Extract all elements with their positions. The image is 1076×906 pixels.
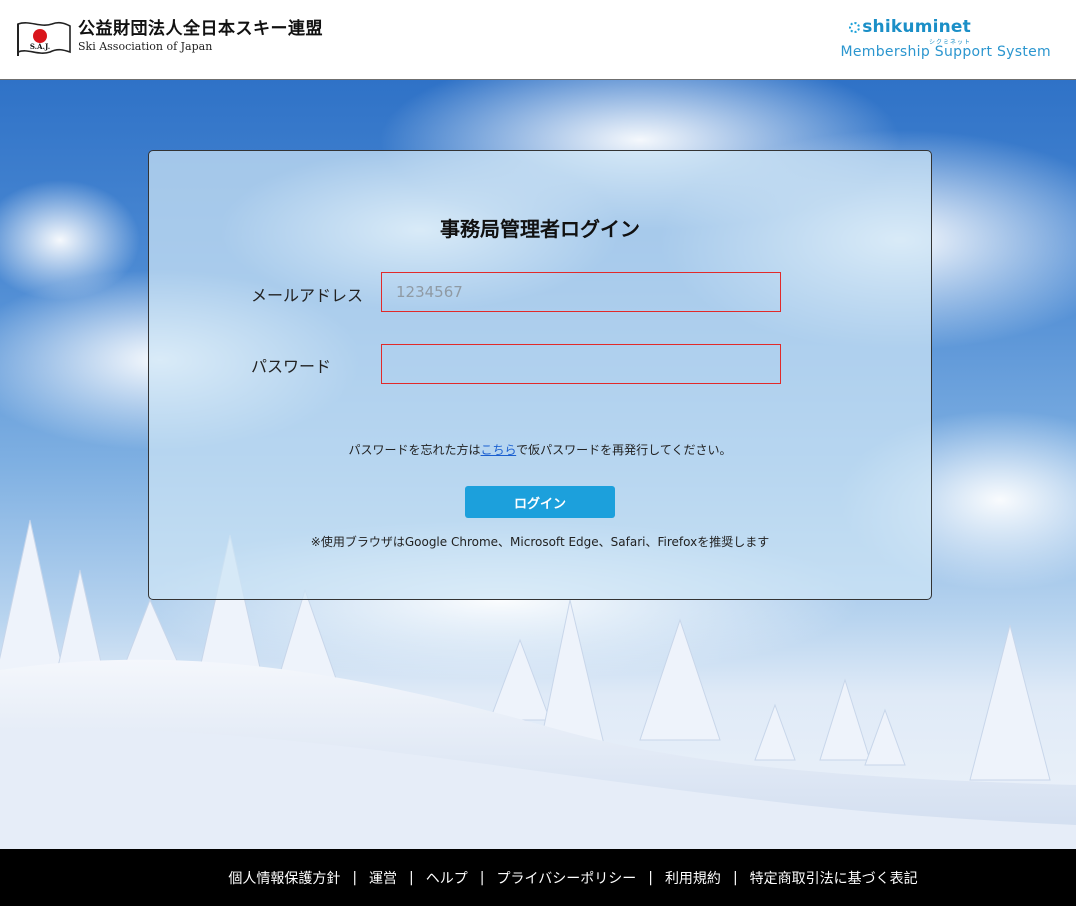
footer-separator: | — [479, 869, 485, 886]
footer-separator: | — [352, 869, 358, 886]
flag-text: S.A.J. — [30, 42, 50, 51]
footer-link-terms[interactable]: 利用規約 — [665, 868, 721, 888]
login-title: 事務局管理者ログイン — [440, 217, 640, 241]
footer-link-privacy-policy-jp[interactable]: 個人情報保護方針 — [228, 868, 340, 888]
footer-separator: | — [409, 869, 414, 886]
shikuminet-logo: shikuminet シクミネット — [841, 14, 971, 46]
partner-brand[interactable]: shikuminet シクミネット Membership Support Sys… — [841, 14, 1051, 60]
footer-link-operator[interactable]: 運営 — [369, 868, 397, 888]
footer-link-commerce-law[interactable]: 特定商取引法に基づく表記 — [750, 868, 918, 888]
forgot-suffix: で仮パスワードを再発行してください。 — [516, 443, 732, 457]
shikuminet-dot-icon — [849, 21, 861, 33]
footer-link-privacy-policy[interactable]: プライバシーポリシー — [496, 868, 636, 888]
forgot-prefix: パスワードを忘れた方は — [348, 443, 481, 457]
saj-flag-logo-icon: S.A.J. — [17, 21, 71, 56]
footer-separator: | — [732, 869, 738, 886]
password-label: パスワード — [251, 357, 332, 376]
password-input[interactable] — [381, 344, 781, 384]
browser-recommendation-note: ※使用ブラウザはGoogle Chrome、Microsoft Edge、Saf… — [310, 535, 770, 549]
page-header: S.A.J. 公益財団法人全日本スキー連盟 Ski Association of… — [0, 0, 1076, 80]
footer-link-help[interactable]: ヘルプ — [426, 868, 468, 888]
email-label: メールアドレス — [251, 286, 364, 305]
forgot-password-text: パスワードを忘れた方はこちらで仮パスワードを再発行してください。 — [149, 441, 931, 458]
forgot-password-link[interactable]: こちら — [481, 443, 517, 457]
saj-brand[interactable]: S.A.J. 公益財団法人全日本スキー連盟 Ski Association of… — [16, 18, 323, 58]
login-button[interactable]: ログイン — [465, 486, 615, 518]
login-card: 事務局管理者ログイン メールアドレス パスワード パスワードを忘れた方はこちらで… — [148, 150, 932, 600]
shikuminet-kana: シクミネット — [928, 39, 971, 46]
org-name-en: Ski Association of Japan — [78, 40, 213, 53]
org-name-jp: 公益財団法人全日本スキー連盟 — [78, 19, 323, 39]
footer-links: 個人情報保護方針 | 運営 | ヘルプ | プライバシーポリシー | 利用規約 … — [228, 868, 917, 888]
email-input[interactable] — [381, 272, 781, 312]
footer-separator: | — [648, 869, 653, 886]
page-footer: 個人情報保護方針 | 運営 | ヘルプ | プライバシーポリシー | 利用規約 … — [0, 849, 1076, 906]
